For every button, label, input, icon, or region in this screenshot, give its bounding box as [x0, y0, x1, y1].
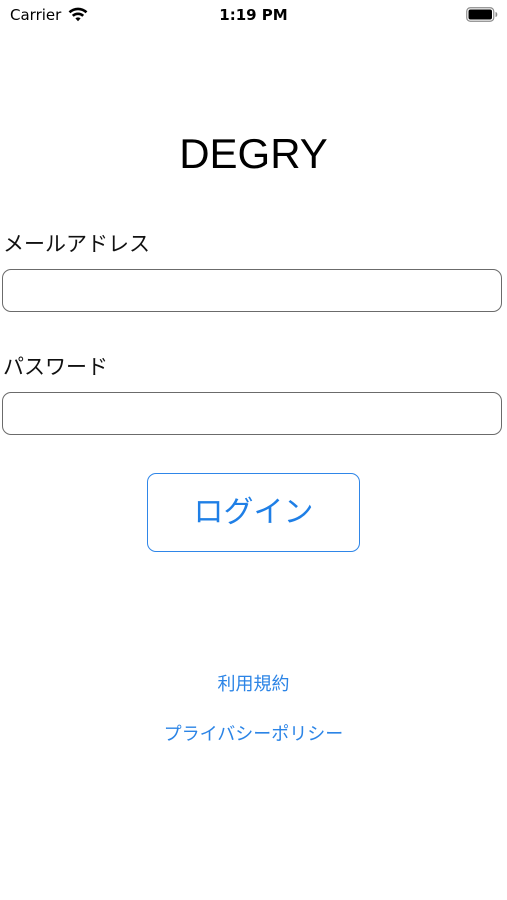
- privacy-policy-link[interactable]: プライバシーポリシー: [0, 724, 507, 746]
- clock-time: 1:19 PM: [219, 6, 288, 24]
- status-bar: Carrier 1:19 PM: [0, 0, 507, 30]
- password-field[interactable]: [2, 392, 502, 435]
- app-title: DEGRY: [179, 130, 328, 177]
- terms-link[interactable]: 利用規約: [0, 674, 507, 696]
- email-field[interactable]: [2, 269, 502, 312]
- login-button[interactable]: ログイン: [147, 473, 360, 552]
- password-label: パスワード: [3, 355, 108, 379]
- email-label: メールアドレス: [3, 232, 150, 256]
- battery-icon: [466, 7, 498, 22]
